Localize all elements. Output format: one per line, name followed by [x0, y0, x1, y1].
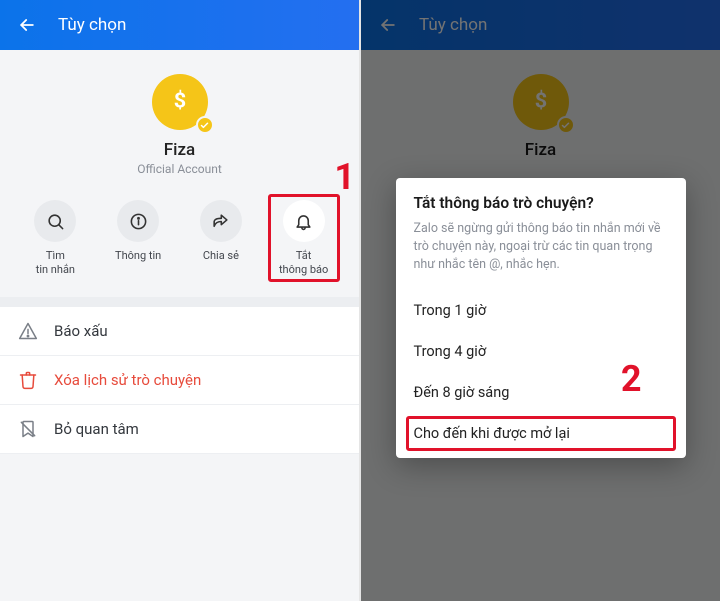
info-action[interactable]: Thông tin: [97, 200, 180, 263]
trash-icon: [18, 370, 38, 390]
dialog-options: Trong 1 giờ Trong 4 giờ Đến 8 giờ sáng C…: [396, 286, 686, 454]
back-icon[interactable]: [16, 14, 38, 36]
search-label: Tìm tin nhắn: [36, 249, 75, 277]
annotation-number-1: 1: [334, 156, 355, 198]
share-action[interactable]: Chia sẻ: [180, 200, 263, 263]
search-messages-action[interactable]: Tìm tin nhắn: [14, 200, 97, 277]
option-until-8am[interactable]: Đến 8 giờ sáng: [396, 372, 686, 413]
dialog-description: Zalo sẽ ngừng gửi thông báo tin nhắn mới…: [414, 220, 668, 274]
share-label: Chia sẻ: [203, 249, 239, 263]
search-icon: [34, 200, 76, 242]
svg-text:$: $: [173, 89, 185, 113]
share-icon: [200, 200, 242, 242]
clear-history-label: Xóa lịch sử trò chuyện: [54, 371, 201, 389]
option-1-hour[interactable]: Trong 1 giờ: [396, 290, 686, 331]
bookmark-off-icon: [18, 419, 38, 439]
left-panel: Tùy chọn $ Fiza Official Account Tìm tin…: [0, 0, 359, 601]
options-list: Báo xấu Xóa lịch sử trò chuyện Bỏ quan t…: [0, 297, 359, 454]
profile-section: $ Fiza Official Account: [0, 50, 359, 194]
verified-badge-icon: [196, 116, 214, 134]
avatar[interactable]: $: [152, 74, 208, 130]
left-header: Tùy chọn: [0, 0, 359, 50]
unfollow-row[interactable]: Bỏ quan tâm: [0, 405, 359, 454]
mute-dialog: Tắt thông báo trò chuyện? Zalo sẽ ngừng …: [396, 178, 686, 458]
info-label: Thông tin: [115, 249, 161, 263]
mute-notifications-action[interactable]: 1 Tắt thông báo: [262, 200, 345, 277]
unfollow-label: Bỏ quan tâm: [54, 420, 139, 438]
profile-name: Fiza: [0, 140, 359, 160]
dialog-title: Tắt thông báo trò chuyện?: [414, 194, 668, 212]
info-icon: [117, 200, 159, 242]
mute-label: Tắt thông báo: [279, 249, 328, 277]
option-until-reenabled[interactable]: Cho đến khi được mở lại: [396, 413, 686, 454]
report-label: Báo xấu: [54, 322, 108, 340]
bell-icon: [283, 200, 325, 242]
profile-subtitle: Official Account: [0, 162, 359, 176]
header-title: Tùy chọn: [58, 15, 126, 35]
report-row[interactable]: Báo xấu: [0, 307, 359, 356]
warning-icon: [18, 321, 38, 341]
actions-row: Tìm tin nhắn Thông tin Chia sẻ 1 Tắt thô…: [0, 194, 359, 297]
clear-history-row[interactable]: Xóa lịch sử trò chuyện: [0, 356, 359, 405]
annotation-number-2: 2: [621, 358, 642, 400]
option-4-hours[interactable]: Trong 4 giờ: [396, 331, 686, 372]
right-panel: Tùy chọn $ Fiza Tắt thông báo trò chuyện…: [359, 0, 720, 601]
